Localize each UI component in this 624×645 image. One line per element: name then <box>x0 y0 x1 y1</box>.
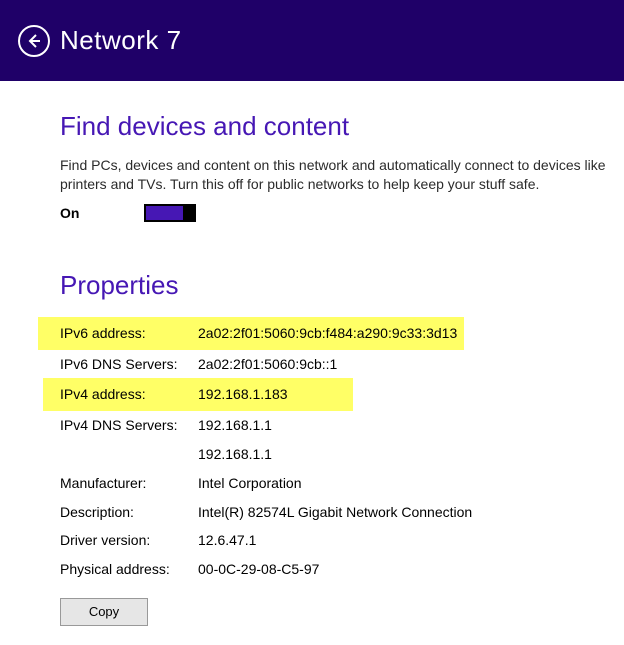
property-value: 192.168.1.183 <box>198 386 288 403</box>
back-button[interactable] <box>18 25 50 57</box>
property-row-ipv6-dns: IPv6 DNS Servers: 2a02:2f01:5060:9cb::1 <box>38 350 624 379</box>
properties-table: IPv6 address: 2a02:2f01:5060:9cb:f484:a2… <box>60 317 624 584</box>
property-key: IPv6 address: <box>60 325 198 342</box>
find-devices-toggle[interactable] <box>144 204 196 222</box>
title-bar: Network 7 <box>0 0 624 81</box>
back-arrow-icon <box>26 33 42 49</box>
property-value: 192.168.1.1 <box>198 446 272 463</box>
property-value: Intel Corporation <box>198 475 302 492</box>
property-key: IPv6 DNS Servers: <box>60 356 198 373</box>
property-row-ipv4-address: IPv4 address: 192.168.1.183 <box>43 378 353 411</box>
property-key: Description: <box>60 504 198 521</box>
property-key <box>60 446 198 463</box>
property-row-manufacturer: Manufacturer: Intel Corporation <box>38 469 624 498</box>
copy-button[interactable]: Copy <box>60 598 148 626</box>
property-value: Intel(R) 82574L Gigabit Network Connecti… <box>198 504 472 521</box>
find-section-description: Find PCs, devices and content on this ne… <box>60 156 615 194</box>
property-value: 2a02:2f01:5060:9cb::1 <box>198 356 337 373</box>
toggle-state-label: On <box>60 205 144 221</box>
property-value: 00-0C-29-08-C5-97 <box>198 561 319 578</box>
property-row-ipv6-address: IPv6 address: 2a02:2f01:5060:9cb:f484:a2… <box>38 317 464 350</box>
content-area: Find devices and content Find PCs, devic… <box>0 81 624 626</box>
properties-section-title: Properties <box>60 270 624 301</box>
property-key: Manufacturer: <box>60 475 198 492</box>
property-value: 192.168.1.1 <box>198 417 272 434</box>
property-value: 2a02:2f01:5060:9cb:f484:a290:9c33:3d13 <box>198 325 457 342</box>
property-row-driver-version: Driver version: 12.6.47.1 <box>38 526 624 555</box>
find-section-title: Find devices and content <box>60 111 624 142</box>
property-key: Driver version: <box>60 532 198 549</box>
property-row-description: Description: Intel(R) 82574L Gigabit Net… <box>38 498 624 527</box>
property-row-ipv4-dns-2: 192.168.1.1 <box>38 440 624 469</box>
property-key: IPv4 DNS Servers: <box>60 417 198 434</box>
property-row-physical-address: Physical address: 00-0C-29-08-C5-97 <box>38 555 624 584</box>
property-row-ipv4-dns: IPv4 DNS Servers: 192.168.1.1 <box>38 411 624 440</box>
toggle-row: On <box>60 204 624 222</box>
property-key: IPv4 address: <box>60 386 198 403</box>
toggle-knob-icon <box>183 205 195 221</box>
property-value: 12.6.47.1 <box>198 532 256 549</box>
property-key: Physical address: <box>60 561 198 578</box>
page-title: Network 7 <box>60 25 182 56</box>
